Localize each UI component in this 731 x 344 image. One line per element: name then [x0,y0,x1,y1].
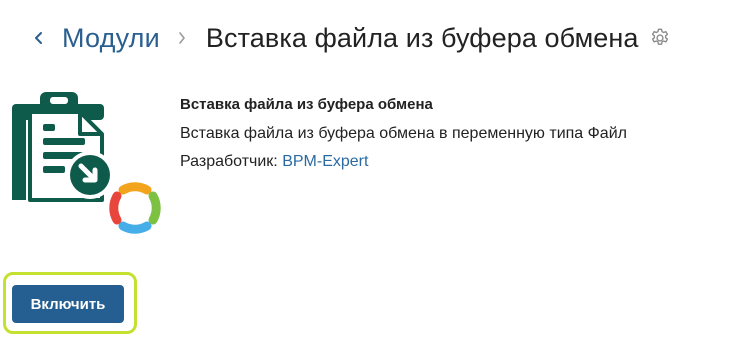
header: Модули Вставка файла из буфера обмена [28,18,671,58]
module-developer: Разработчик: BPM-Expert [180,151,627,173]
module-info: Вставка файла из буфера обмена Вставка ф… [180,95,627,173]
back-chevron-icon[interactable] [28,27,50,49]
developer-label: Разработчик: [180,153,278,170]
clipboard-download-icon [10,90,164,244]
page-title: Вставка файла из буфера обмена [205,22,639,53]
enable-button[interactable]: Включить [12,285,124,323]
module-name: Вставка файла из буфера обмена [180,96,433,113]
developer-link[interactable]: BPM-Expert [282,153,368,170]
page: Модули Вставка файла из буфера обмена Вс… [0,0,731,344]
gear-icon[interactable] [649,27,671,49]
breadcrumb-modules-link[interactable]: Модули [62,23,160,54]
breadcrumb-separator-icon [174,27,190,49]
module-description: Вставка файла из буфера обмена в перемен… [180,125,627,142]
